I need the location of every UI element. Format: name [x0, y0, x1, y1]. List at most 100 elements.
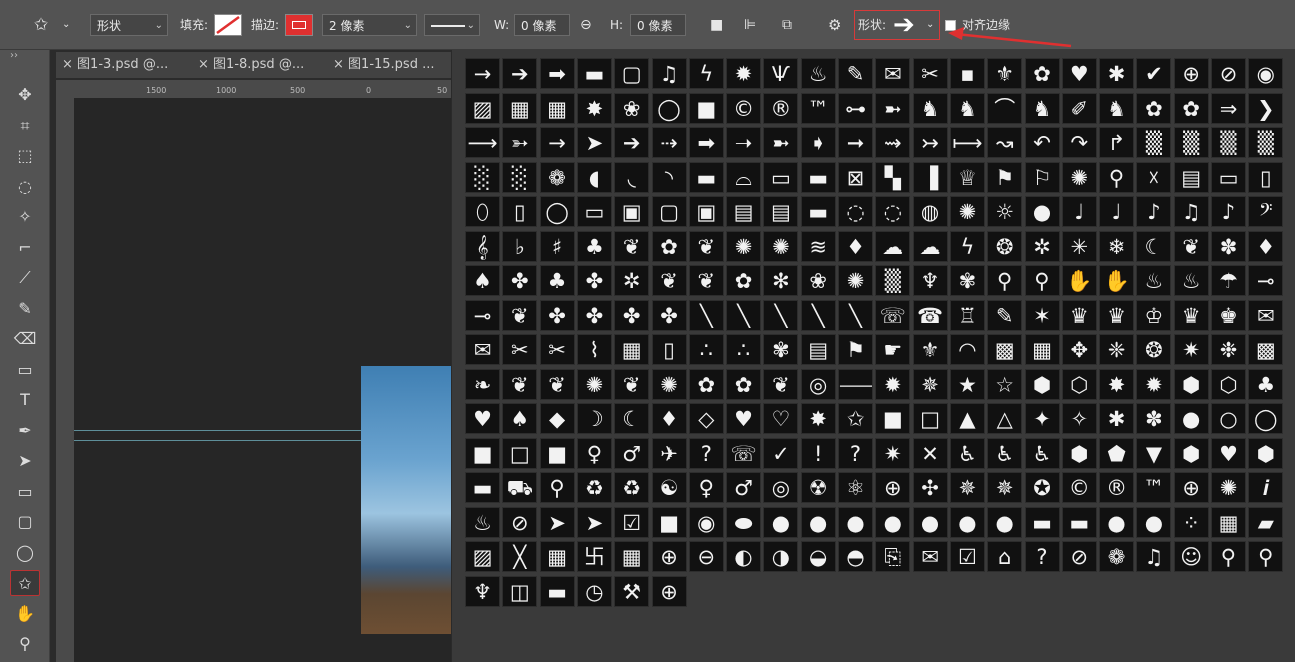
tab-doc-1[interactable]: × 图1-3.psd @...: [62, 52, 168, 78]
shape-swatch[interactable]: ➼: [875, 92, 911, 124]
shape-swatch[interactable]: ♥: [1211, 437, 1246, 469]
shape-swatch[interactable]: ▒: [1248, 127, 1284, 158]
gear-icon[interactable]: ⚙: [828, 14, 841, 36]
shape-swatch[interactable]: ?: [688, 437, 724, 469]
shape-swatch[interactable]: ●: [949, 506, 985, 538]
path-selection-tool-icon[interactable]: ➤: [10, 448, 40, 474]
shape-swatch[interactable]: ☎: [912, 299, 948, 331]
shape-swatch[interactable]: ✱: [1099, 58, 1135, 89]
shape-swatch[interactable]: ╲: [688, 299, 724, 331]
shape-swatch[interactable]: ▦: [539, 541, 575, 572]
shape-swatch[interactable]: ♠: [502, 403, 538, 434]
width-input[interactable]: 0 像素: [514, 14, 570, 36]
shape-swatch[interactable]: ✋: [1099, 265, 1135, 296]
shape-swatch[interactable]: ◉: [1248, 58, 1284, 89]
shape-swatch[interactable]: ✋: [1061, 265, 1097, 296]
shape-swatch[interactable]: ✸: [576, 92, 612, 124]
height-input[interactable]: 0 像素: [630, 14, 686, 36]
shape-swatch[interactable]: ✿: [1173, 92, 1209, 124]
shape-swatch[interactable]: ⚒: [614, 575, 650, 607]
shape-swatch[interactable]: ⇒: [1211, 92, 1246, 124]
shape-swatch[interactable]: ⊖: [688, 541, 724, 572]
shape-swatch[interactable]: ❦: [1173, 230, 1209, 262]
shape-swatch[interactable]: ░: [465, 161, 500, 193]
shape-swatch[interactable]: ✦: [1024, 403, 1060, 434]
shape-swatch[interactable]: ⚲: [987, 265, 1023, 296]
shape-swatch[interactable]: ■: [651, 506, 687, 538]
shape-swatch[interactable]: ⬡: [1061, 368, 1097, 400]
shape-swatch[interactable]: ✻: [763, 265, 799, 296]
shape-swatch[interactable]: ➧: [800, 127, 836, 158]
shape-swatch[interactable]: ✹: [726, 58, 762, 89]
shape-swatch[interactable]: ⊘: [1061, 541, 1097, 572]
shape-swatch[interactable]: ⊶: [838, 92, 873, 124]
shape-swatch[interactable]: ✳: [1061, 230, 1097, 262]
shape-swatch[interactable]: ●: [1173, 403, 1209, 434]
shape-swatch[interactable]: ╲: [838, 299, 873, 331]
shape-swatch[interactable]: □: [502, 437, 538, 469]
shape-swatch[interactable]: ➤: [576, 127, 612, 158]
shape-swatch[interactable]: ✺: [838, 265, 873, 296]
shape-swatch[interactable]: ◷: [576, 575, 612, 607]
shape-swatch[interactable]: ❦: [614, 230, 650, 262]
shape-swatch[interactable]: ▭: [576, 196, 612, 227]
shape-swatch[interactable]: ☢: [800, 472, 836, 503]
shape-swatch[interactable]: ♻: [576, 472, 612, 503]
path-arrangement-icon[interactable]: ⧉: [782, 14, 792, 36]
shape-swatch[interactable]: ◠: [949, 334, 985, 365]
shape-swatch[interactable]: ░: [502, 161, 538, 193]
tab-doc-2[interactable]: × 图1-8.psd @...: [198, 52, 304, 78]
shape-swatch[interactable]: ✺: [651, 368, 687, 400]
shape-swatch[interactable]: ⚲: [1099, 161, 1135, 193]
shape-swatch[interactable]: ✂: [502, 334, 538, 365]
shape-swatch[interactable]: ☛: [875, 334, 911, 365]
shape-swatch[interactable]: ✉: [912, 541, 948, 572]
shape-swatch[interactable]: 𝒊: [1248, 472, 1284, 503]
shape-swatch[interactable]: ☓: [1136, 161, 1172, 193]
shape-swatch[interactable]: ▒: [1136, 127, 1172, 158]
shape-swatch[interactable]: ♚: [1211, 299, 1246, 331]
lasso-tool-icon[interactable]: ◌: [10, 174, 40, 200]
pen-tool-icon[interactable]: ✒: [10, 418, 40, 444]
shape-swatch[interactable]: ✿: [651, 230, 687, 262]
shape-swatch[interactable]: ✂: [912, 58, 948, 89]
shape-swatch[interactable]: 卐: [576, 541, 612, 572]
shape-swatch[interactable]: ™: [1136, 472, 1172, 503]
stroke-width-select[interactable]: 2 像素 ⌄: [322, 14, 417, 36]
shape-swatch[interactable]: ✿: [1136, 92, 1172, 124]
shape-swatch[interactable]: ✷: [875, 437, 911, 469]
shape-swatch[interactable]: ⚲: [1024, 265, 1060, 296]
document-canvas[interactable]: [74, 98, 451, 662]
shape-swatch[interactable]: ♻: [614, 472, 650, 503]
magic-wand-tool-icon[interactable]: ✧: [10, 204, 40, 230]
shape-swatch[interactable]: ™: [800, 92, 836, 124]
shape-swatch[interactable]: ▬: [800, 196, 836, 227]
shape-swatch[interactable]: ╳: [502, 541, 538, 572]
shape-swatch[interactable]: ❦: [651, 265, 687, 296]
type-tool-icon[interactable]: T: [10, 387, 40, 413]
shape-swatch[interactable]: ©: [726, 92, 762, 124]
shape-swatch[interactable]: ⬡: [1211, 368, 1246, 400]
shape-swatch[interactable]: ▐: [912, 161, 948, 193]
shape-swatch[interactable]: ➤: [539, 506, 575, 538]
shape-swatch[interactable]: ◌: [838, 196, 873, 227]
shape-swatch[interactable]: ❦: [502, 299, 538, 331]
shape-swatch[interactable]: ❁: [539, 161, 575, 193]
shape-swatch[interactable]: ✶: [1024, 299, 1060, 331]
shape-swatch[interactable]: ✈: [651, 437, 687, 469]
shape-swatch[interactable]: ◓: [838, 541, 873, 572]
shape-swatch[interactable]: ✔: [1136, 58, 1172, 89]
shape-swatch[interactable]: ▬: [465, 472, 500, 503]
shape-swatch[interactable]: ▤: [1173, 161, 1209, 193]
shape-swatch[interactable]: ▯: [502, 196, 538, 227]
shape-swatch[interactable]: ☁: [875, 230, 911, 262]
shape-swatch[interactable]: ↷: [1061, 127, 1097, 158]
shape-swatch[interactable]: ❈: [1099, 334, 1135, 365]
shape-swatch[interactable]: ▭: [763, 161, 799, 193]
shape-swatch[interactable]: ⬟: [1099, 437, 1135, 469]
shape-swatch[interactable]: ↝: [987, 127, 1023, 158]
shape-swatch[interactable]: ®: [1099, 472, 1135, 503]
shape-swatch[interactable]: ✤: [651, 299, 687, 331]
shape-swatch[interactable]: ➤: [576, 506, 612, 538]
shape-swatch[interactable]: ✹: [875, 368, 911, 400]
